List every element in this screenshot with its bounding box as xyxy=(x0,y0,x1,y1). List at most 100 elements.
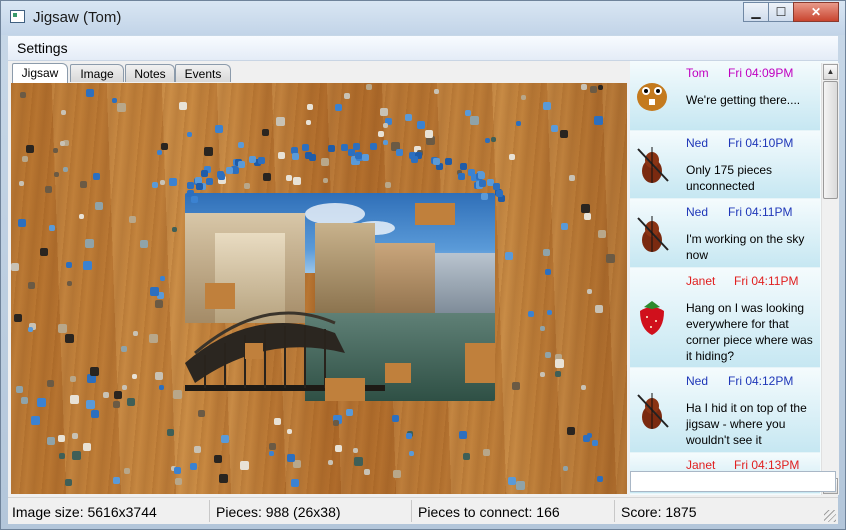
loose-puzzle-piece[interactable] xyxy=(377,130,384,137)
loose-puzzle-piece[interactable] xyxy=(155,300,164,309)
loose-puzzle-piece[interactable] xyxy=(112,97,118,103)
loose-puzzle-piece[interactable] xyxy=(465,109,472,116)
loose-puzzle-piece[interactable] xyxy=(478,180,486,188)
loose-puzzle-piece[interactable] xyxy=(159,384,165,390)
loose-puzzle-piece[interactable] xyxy=(542,249,550,257)
loose-puzzle-piece[interactable] xyxy=(425,136,435,146)
loose-puzzle-piece[interactable] xyxy=(346,408,354,416)
loose-puzzle-piece[interactable] xyxy=(591,440,598,447)
loose-puzzle-piece[interactable] xyxy=(477,172,485,180)
jigsaw-board[interactable] xyxy=(11,83,627,494)
loose-puzzle-piece[interactable] xyxy=(586,288,592,294)
loose-puzzle-piece[interactable] xyxy=(554,371,561,378)
tab-notes[interactable]: Notes xyxy=(125,64,175,82)
loose-puzzle-piece[interactable] xyxy=(171,226,177,232)
loose-puzzle-piece[interactable] xyxy=(131,374,137,380)
loose-puzzle-piece[interactable] xyxy=(268,451,274,457)
loose-puzzle-piece[interactable] xyxy=(175,478,183,486)
loose-puzzle-piece[interactable] xyxy=(62,167,68,173)
loose-puzzle-piece[interactable] xyxy=(392,414,400,422)
loose-puzzle-piece[interactable] xyxy=(113,477,121,485)
scroll-up-button[interactable]: ▲ xyxy=(823,64,838,80)
loose-puzzle-piece[interactable] xyxy=(605,253,615,263)
loose-puzzle-piece[interactable] xyxy=(160,142,168,150)
loose-puzzle-piece[interactable] xyxy=(278,151,285,159)
loose-puzzle-piece[interactable] xyxy=(445,158,453,166)
loose-puzzle-piece[interactable] xyxy=(291,479,300,488)
loose-puzzle-piece[interactable] xyxy=(83,442,92,451)
loose-puzzle-piece[interactable] xyxy=(361,153,369,161)
loose-puzzle-piece[interactable] xyxy=(569,174,576,181)
loose-puzzle-piece[interactable] xyxy=(463,452,471,460)
loose-puzzle-piece[interactable] xyxy=(53,147,59,153)
loose-puzzle-piece[interactable] xyxy=(92,172,100,180)
loose-puzzle-piece[interactable] xyxy=(21,397,29,405)
loose-puzzle-piece[interactable] xyxy=(113,401,121,409)
loose-puzzle-piece[interactable] xyxy=(396,148,404,156)
loose-puzzle-piece[interactable] xyxy=(560,129,569,138)
loose-puzzle-piece[interactable] xyxy=(159,276,165,282)
loose-puzzle-piece[interactable] xyxy=(91,409,100,418)
loose-puzzle-piece[interactable] xyxy=(205,177,213,185)
loose-puzzle-piece[interactable] xyxy=(219,473,229,483)
loose-puzzle-piece[interactable] xyxy=(58,453,65,460)
resize-grip[interactable] xyxy=(824,510,836,522)
loose-puzzle-piece[interactable] xyxy=(19,181,25,187)
loose-puzzle-piece[interactable] xyxy=(551,124,559,132)
loose-puzzle-piece[interactable] xyxy=(186,182,194,190)
loose-puzzle-piece[interactable] xyxy=(327,460,333,466)
assembled-puzzle[interactable] xyxy=(185,193,495,401)
loose-puzzle-piece[interactable] xyxy=(71,432,78,439)
loose-puzzle-piece[interactable] xyxy=(65,261,72,268)
loose-puzzle-piece[interactable] xyxy=(237,161,245,169)
loose-puzzle-piece[interactable] xyxy=(28,281,36,289)
loose-puzzle-piece[interactable] xyxy=(237,142,244,149)
loose-puzzle-piece[interactable] xyxy=(58,324,68,334)
loose-puzzle-piece[interactable] xyxy=(155,371,164,380)
loose-puzzle-piece[interactable] xyxy=(121,346,128,353)
loose-puzzle-piece[interactable] xyxy=(468,168,476,176)
title-bar[interactable]: Jigsaw (Tom) ▁ ☐ ✕ xyxy=(1,1,845,35)
loose-puzzle-piece[interactable] xyxy=(370,143,378,151)
loose-puzzle-piece[interactable] xyxy=(133,331,139,337)
loose-puzzle-piece[interactable] xyxy=(69,375,76,382)
loose-puzzle-piece[interactable] xyxy=(178,101,187,110)
loose-puzzle-piece[interactable] xyxy=(286,174,293,181)
loose-puzzle-piece[interactable] xyxy=(520,95,526,101)
loose-puzzle-piece[interactable] xyxy=(384,182,391,189)
loose-puzzle-piece[interactable] xyxy=(262,128,270,136)
loose-puzzle-piece[interactable] xyxy=(382,122,388,128)
loose-puzzle-piece[interactable] xyxy=(85,239,95,249)
loose-puzzle-piece[interactable] xyxy=(581,385,587,391)
loose-puzzle-piece[interactable] xyxy=(198,409,206,417)
loose-puzzle-piece[interactable] xyxy=(173,389,183,399)
loose-puzzle-piece[interactable] xyxy=(547,310,553,316)
loose-puzzle-piece[interactable] xyxy=(292,152,300,160)
loose-puzzle-piece[interactable] xyxy=(156,149,162,155)
loose-puzzle-piece[interactable] xyxy=(594,116,604,126)
loose-puzzle-piece[interactable] xyxy=(480,193,488,201)
loose-puzzle-piece[interactable] xyxy=(583,434,591,442)
loose-puzzle-piece[interactable] xyxy=(560,222,568,230)
loose-puzzle-piece[interactable] xyxy=(485,137,491,143)
loose-puzzle-piece[interactable] xyxy=(17,219,26,228)
loose-puzzle-piece[interactable] xyxy=(64,334,74,344)
loose-puzzle-piece[interactable] xyxy=(243,182,250,189)
loose-puzzle-piece[interactable] xyxy=(66,280,72,286)
loose-puzzle-piece[interactable] xyxy=(128,215,136,223)
loose-puzzle-piece[interactable] xyxy=(343,92,350,99)
loose-puzzle-piece[interactable] xyxy=(540,371,546,377)
loose-puzzle-piece[interactable] xyxy=(293,177,302,186)
loose-puzzle-piece[interactable] xyxy=(380,108,389,117)
loose-puzzle-piece[interactable] xyxy=(221,435,230,444)
loose-puzzle-piece[interactable] xyxy=(425,129,434,138)
loose-puzzle-piece[interactable] xyxy=(433,88,439,94)
loose-puzzle-piece[interactable] xyxy=(249,156,257,164)
loose-puzzle-piece[interactable] xyxy=(203,146,213,156)
loose-puzzle-piece[interactable] xyxy=(213,455,222,464)
loose-puzzle-piece[interactable] xyxy=(151,181,158,188)
loose-puzzle-piece[interactable] xyxy=(490,136,496,142)
loose-puzzle-piece[interactable] xyxy=(334,445,342,453)
loose-puzzle-piece[interactable] xyxy=(286,454,295,463)
loose-puzzle-piece[interactable] xyxy=(190,196,198,204)
